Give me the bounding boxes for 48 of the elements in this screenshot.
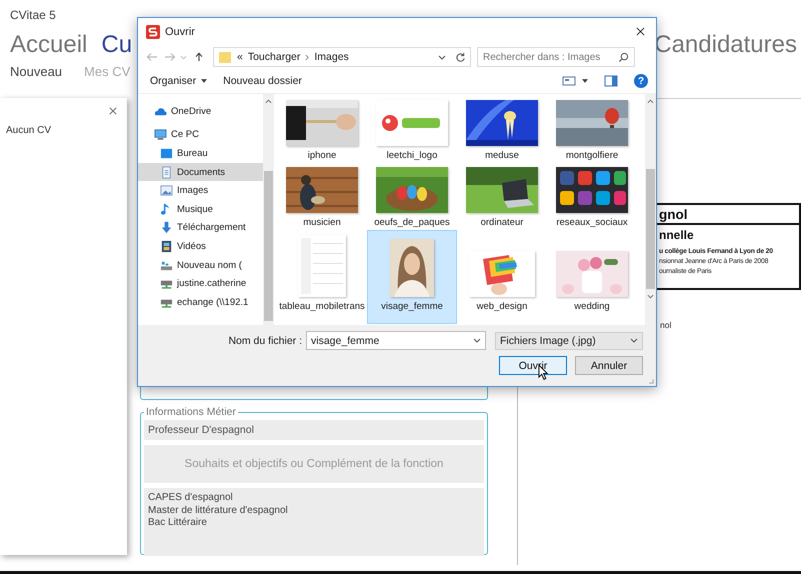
nav-link[interactable]: Accueil bbox=[10, 31, 88, 59]
empty-list-text: Aucun CV bbox=[5, 124, 52, 136]
dialog-title: Ouvrir bbox=[165, 26, 195, 38]
file-item[interactable]: reseaux_sociaux bbox=[547, 163, 637, 230]
nav-pane-item[interactable]: Ce PC bbox=[138, 126, 263, 144]
new-folder-button[interactable]: Nouveau dossier bbox=[223, 75, 302, 87]
app-title: CVitae 5 bbox=[10, 7, 56, 24]
nav-pane-item[interactable]: Vidéos bbox=[138, 237, 263, 256]
cv-section-heading: nnelle bbox=[659, 228, 695, 242]
path-segment[interactable]: Toucharger bbox=[248, 51, 300, 63]
path-segment[interactable]: Images bbox=[314, 51, 349, 63]
nav-link[interactable]: Candidatures bbox=[654, 31, 797, 59]
file-item[interactable]: iphone bbox=[277, 96, 367, 163]
organize-button[interactable]: Organiser bbox=[150, 75, 208, 87]
cv-heading: gnol bbox=[659, 206, 688, 222]
search-field[interactable]: Rechercher dans : Images bbox=[477, 47, 635, 67]
nav-pane-item[interactable]: echange (\\192.1 bbox=[138, 292, 263, 312]
nav-pane-item[interactable]: Musique bbox=[138, 200, 263, 219]
subnav-link[interactable]: Nouveau bbox=[10, 64, 62, 78]
section-legend: Informations Métier bbox=[144, 406, 238, 418]
file-item[interactable]: web_design bbox=[457, 230, 547, 324]
filename-label: Nom du fichier : bbox=[228, 334, 302, 346]
cancel-button[interactable]: Annuler bbox=[575, 356, 643, 375]
file-item[interactable]: meduse bbox=[457, 96, 547, 163]
diplomas-field[interactable]: CAPES d'espagnol Master de littérature d'espagnol Bac Littéraire bbox=[144, 488, 484, 556]
nav-pane-item[interactable]: Images bbox=[138, 181, 263, 200]
nav-pane-item[interactable]: Documents bbox=[138, 162, 263, 182]
file-item[interactable]: visage_femme bbox=[367, 230, 457, 324]
cv-text-line: nol bbox=[660, 320, 672, 330]
help-icon[interactable]: ? bbox=[634, 74, 648, 88]
nav-pane-item[interactable]: Téléchargement bbox=[138, 218, 263, 238]
file-item[interactable]: montgolfiere bbox=[547, 96, 637, 163]
file-item[interactable]: wedding bbox=[547, 230, 637, 324]
file-item[interactable]: oeufs_de_paques bbox=[367, 163, 457, 230]
nav-pane-item[interactable]: Nouveau nom ( bbox=[138, 256, 263, 274]
file-item[interactable]: ordinateur bbox=[457, 163, 547, 230]
file-type-dropdown[interactable]: Fichiers Image (.jpg) bbox=[495, 332, 643, 350]
file-item[interactable]: tableau_mobiletrans bbox=[277, 230, 367, 324]
filename-field[interactable]: visage_femme bbox=[306, 331, 486, 350]
file-item[interactable]: leetchi_logo bbox=[367, 96, 457, 163]
file-item[interactable]: musicien bbox=[277, 163, 367, 230]
nav-pane-item[interactable]: justine.catherine bbox=[138, 274, 263, 293]
nav-pane-item[interactable]: OneDrive bbox=[138, 102, 263, 121]
path-overflow[interactable]: « bbox=[237, 51, 243, 63]
nav-pane-item[interactable]: Bureau bbox=[138, 144, 263, 163]
address-bar[interactable]: « Toucharger Images bbox=[213, 47, 471, 67]
job-title-field[interactable]: Professeur D'espagnol bbox=[144, 420, 484, 440]
nav-link[interactable]: Cu bbox=[101, 31, 132, 59]
